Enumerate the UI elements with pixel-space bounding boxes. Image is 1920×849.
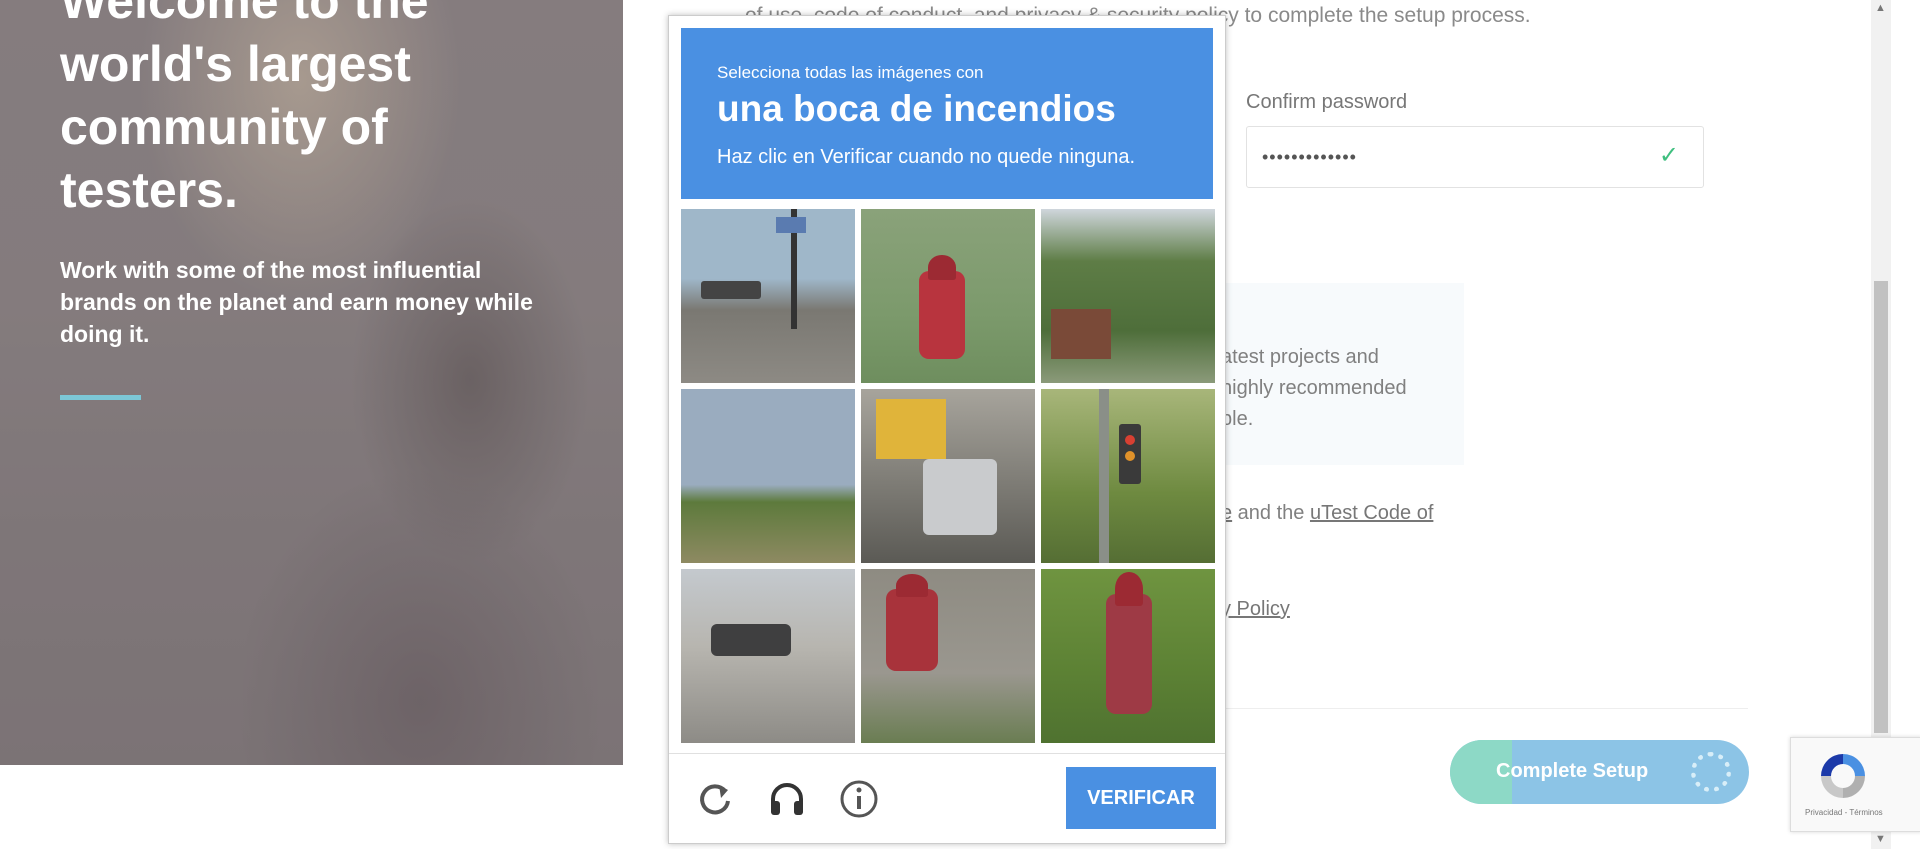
refresh-icon[interactable] — [695, 779, 735, 819]
scroll-thumb[interactable] — [1874, 281, 1888, 733]
info-icon[interactable] — [839, 779, 879, 819]
confirm-password-label: Confirm password — [1246, 91, 1408, 113]
code-of-conduct-link[interactable]: uTest Code of — [1310, 502, 1433, 524]
newsletter-line-1: atest projects and — [1221, 346, 1379, 368]
captcha-tile-traffic-light[interactable] — [1041, 389, 1215, 563]
captcha-hint: Haz clic en Verificar cuando no quede ni… — [717, 146, 1136, 168]
policy-line: y Policy — [1221, 598, 1290, 621]
newsletter-line-2: highly recommended — [1221, 377, 1407, 399]
captcha-instruction: Selecciona todas las imágenes con — [717, 63, 984, 82]
captcha-tile-fire-hydrant-grass[interactable] — [1041, 569, 1215, 743]
captcha-tile-traffic-bus-cars[interactable] — [861, 389, 1035, 563]
page-scrollbar[interactable]: ▲ ▼ — [1871, 0, 1891, 849]
confirm-password-field[interactable]: ••••••••••••• ✓ — [1246, 126, 1704, 188]
hero-accent-rule — [60, 395, 141, 400]
loading-spinner-icon — [1691, 752, 1731, 792]
captcha-header: Selecciona todas las imágenes con una bo… — [681, 28, 1213, 199]
privacy-policy-link[interactable]: y Policy — [1221, 598, 1290, 620]
verify-button[interactable]: VERIFICAR — [1066, 767, 1216, 829]
scroll-down-icon[interactable]: ▼ — [1875, 833, 1886, 845]
scroll-up-icon[interactable]: ▲ — [1875, 2, 1886, 14]
captcha-tile-fire-hydrant-sidewalk[interactable] — [861, 569, 1035, 743]
captcha-tile-intersection-car[interactable] — [681, 569, 855, 743]
valid-check-icon: ✓ — [1658, 142, 1679, 169]
hero-headline: Welcome to the world's largest community… — [60, 0, 429, 218]
recaptcha-badge[interactable]: Privacidad - Términos — [1790, 737, 1920, 832]
captcha-tile-street-intersection[interactable] — [681, 209, 855, 383]
newsletter-box — [1200, 283, 1464, 465]
form-divider — [1200, 708, 1748, 709]
captcha-tile-empty-field[interactable] — [681, 389, 855, 563]
captcha-target: una boca de incendios — [717, 88, 1116, 129]
agreement-line: e and the uTest Code of — [1221, 502, 1433, 525]
complete-setup-label: Complete Setup — [1496, 760, 1649, 782]
captcha-tile-trees-house[interactable] — [1041, 209, 1215, 383]
complete-setup-button[interactable]: Complete Setup — [1450, 740, 1749, 804]
captcha-image-grid — [681, 209, 1217, 743]
hero-panel: Welcome to the world's largest community… — [0, 0, 623, 765]
recaptcha-logo-icon — [1821, 754, 1865, 798]
confirm-password-value: ••••••••••••• — [1262, 147, 1357, 167]
captcha-tile-fire-hydrant[interactable] — [861, 209, 1035, 383]
agreement-middle: and the — [1232, 502, 1310, 524]
recaptcha-terms[interactable]: Privacidad - Términos — [1805, 808, 1883, 817]
hero-subtext: Work with some of the most influential b… — [60, 257, 533, 347]
captcha-challenge: Selecciona todas las imágenes con una bo… — [668, 15, 1226, 844]
headphones-icon[interactable] — [767, 779, 807, 819]
